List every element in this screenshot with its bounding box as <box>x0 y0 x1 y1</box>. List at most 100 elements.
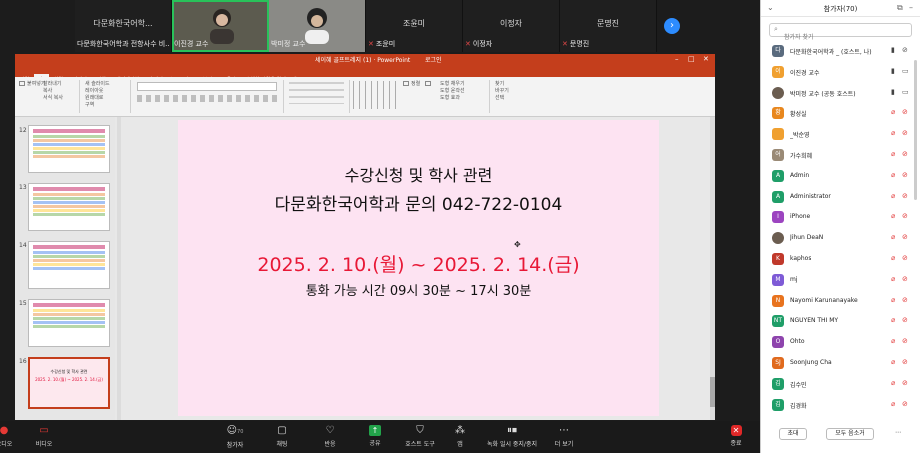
mic-muted-icon[interactable]: ⌀ <box>891 171 895 179</box>
popout-icon[interactable]: ⧉ <box>897 3 903 13</box>
share-button[interactable]: ↑ 공유 <box>355 425 395 447</box>
reactions-button[interactable]: ♡ 반응 <box>310 425 350 448</box>
section-button[interactable]: 구역 <box>85 102 110 109</box>
video-off-icon[interactable]: ⊘ <box>902 316 908 324</box>
slide-thumbnail[interactable] <box>28 299 110 347</box>
end-meeting-button[interactable]: ✕ 종료 <box>716 425 756 447</box>
new-slide-button[interactable]: 새 슬라이드 <box>85 81 110 88</box>
participant-row[interactable]: 다 다문화한국어학과 _ (호스트, 나) ▮ ⊘ <box>761 41 920 62</box>
video-tile[interactable]: 다문화한국어학... 다문화한국어학과 전항사수 비... <box>75 0 172 52</box>
slide-canvas[interactable]: 수강신청 및 학사 관련 다문화한국어학과 문의 042-722-0104 20… <box>178 120 659 416</box>
font-format-buttons[interactable] <box>137 95 277 102</box>
mic-icon[interactable]: ▮ <box>891 88 895 96</box>
mic-muted-icon[interactable]: ⌀ <box>891 254 895 262</box>
shapes-gallery[interactable] <box>353 81 401 109</box>
more-button[interactable]: ⋯ 더 보기 <box>544 425 584 448</box>
video-tile[interactable]: 박미정 교수 <box>269 0 366 52</box>
shape-effects-button[interactable]: 도형 효과 <box>440 95 465 102</box>
video-off-icon[interactable]: ⊘ <box>902 296 908 304</box>
mic-muted-icon[interactable]: ⌀ <box>891 316 895 324</box>
signin-button[interactable]: 로그인 <box>425 55 442 64</box>
video-off-icon[interactable]: ⊘ <box>902 379 908 387</box>
minimize-icon[interactable]: – <box>675 55 679 63</box>
mute-all-button[interactable]: 모두 음소거 <box>826 428 874 440</box>
participant-row[interactable]: Kkaphos ⌀ ⊘ <box>761 249 920 270</box>
layout-button[interactable]: 레이아웃 <box>85 88 110 95</box>
mic-muted-icon[interactable]: ⌀ <box>891 379 895 387</box>
video-icon[interactable]: ▭ <box>902 67 909 75</box>
mic-muted-icon[interactable]: ⌀ <box>891 400 895 408</box>
video-off-icon[interactable]: ⊘ <box>902 46 908 54</box>
participants-button[interactable]: ☺70 참가자 <box>215 425 255 449</box>
participant-row[interactable]: NT NGUYEN THI MY ⌀ ⊘ <box>761 311 920 332</box>
video-tile-active-speaker[interactable]: 이진경 교수 <box>172 0 269 52</box>
slide-scrollbar[interactable] <box>710 117 715 420</box>
slide-thumbnail-selected[interactable]: 수강신청 및 학사 관련 2025. 2. 10.(월) ~ 2025. 2. … <box>28 357 110 409</box>
participant-row[interactable]: 황 황성실 ⌀ ⊘ <box>761 103 920 124</box>
quick-styles-gallery[interactable] <box>425 81 433 88</box>
video-off-icon[interactable]: ⊘ <box>902 358 908 366</box>
invite-button[interactable]: 초대 <box>779 428 807 440</box>
participant-search[interactable]: ⌕ <box>769 23 912 43</box>
shape-fill-button[interactable]: 도형 채우기 <box>440 81 465 88</box>
participant-row[interactable]: SJ SoonJung Cha ⌀ ⊘ <box>761 353 920 374</box>
record-control-button[interactable]: ⏸⏹ 녹화 일시 중지/중지 <box>482 425 542 448</box>
paste-button[interactable]: 붙여넣기 <box>19 81 45 88</box>
close-icon[interactable]: ✕ <box>703 55 709 63</box>
mic-icon[interactable]: ▮ <box>891 46 895 54</box>
mic-muted-icon[interactable]: ⌀ <box>891 275 895 283</box>
chat-button[interactable]: ▢ 채팅 <box>262 425 302 448</box>
video-off-icon[interactable]: ⊘ <box>902 212 908 220</box>
mic-muted-icon[interactable]: ⌀ <box>891 337 895 345</box>
video-button[interactable]: ▭ 비디오 <box>24 425 64 448</box>
mic-muted-icon[interactable]: ⌀ <box>891 129 895 137</box>
mic-muted-icon[interactable]: ⌀ <box>891 212 895 220</box>
participant-row[interactable]: _박순영 ⌀ ⊘ <box>761 124 920 145</box>
mic-muted-icon[interactable]: ⌀ <box>891 108 895 116</box>
paragraph-buttons[interactable] <box>289 82 344 104</box>
video-off-icon[interactable]: ⊘ <box>902 337 908 345</box>
mic-muted-icon[interactable]: ⌀ <box>891 358 895 366</box>
slide-thumbnail[interactable] <box>28 125 110 173</box>
thumbnail-scrollbar[interactable] <box>117 117 121 420</box>
mic-icon[interactable]: ▮ <box>891 67 895 75</box>
mic-muted-icon[interactable]: ⌀ <box>891 150 895 158</box>
host-tools-button[interactable]: ⛉ 호스트 도구 <box>400 425 440 448</box>
video-tile[interactable]: 이정자 ✕ 이정자 <box>463 0 560 52</box>
replace-button[interactable]: 바꾸기 <box>495 88 509 95</box>
close-icon[interactable]: – <box>909 3 913 12</box>
video-off-icon[interactable]: ⊘ <box>902 171 908 179</box>
video-tile[interactable]: 조윤미 ✕ 조윤미 <box>366 0 463 52</box>
reset-button[interactable]: 원래대로 <box>85 95 110 102</box>
participant-row[interactable]: 어 가수희혜 ⌀ ⊘ <box>761 145 920 166</box>
video-off-icon[interactable]: ⊘ <box>902 275 908 283</box>
mic-muted-icon[interactable]: ⌀ <box>891 233 895 241</box>
find-button[interactable]: 찾기 <box>495 81 509 88</box>
video-off-icon[interactable]: ⊘ <box>902 108 908 116</box>
participant-row[interactable]: N Nayomi Karunanayake ⌀ ⊘ <box>761 291 920 312</box>
font-name-select[interactable] <box>137 82 277 91</box>
cut-button[interactable]: 잘라내기 <box>43 81 63 88</box>
video-off-icon[interactable]: ⊘ <box>902 254 908 262</box>
copy-button[interactable]: 복사 <box>43 88 63 95</box>
video-off-icon[interactable]: ⊘ <box>902 400 908 408</box>
panel-scrollbar[interactable] <box>914 60 917 200</box>
maximize-icon[interactable]: □ <box>688 55 695 63</box>
shape-outline-button[interactable]: 도형 윤곽선 <box>440 88 465 95</box>
video-off-icon[interactable]: ⊘ <box>902 129 908 137</box>
scroll-thumb[interactable] <box>710 377 715 407</box>
participant-row[interactable]: O Ohto ⌀ ⊘ <box>761 332 920 353</box>
video-off-icon[interactable]: ⊘ <box>902 233 908 241</box>
participant-row[interactable]: A Admin ⌀ ⊘ <box>761 166 920 187</box>
slide-thumbnail[interactable] <box>28 241 110 289</box>
participant-row[interactable]: IiPhone ⌀ ⊘ <box>761 207 920 228</box>
more-options-icon[interactable]: ⋯ <box>891 428 905 440</box>
participant-row[interactable]: 김 김경화 ⌀ ⊘ <box>761 395 920 416</box>
video-off-icon[interactable]: ⊘ <box>902 150 908 158</box>
participant-row[interactable]: A Administrator ⌀ ⊘ <box>761 187 920 208</box>
video-icon[interactable]: ▭ <box>902 88 909 96</box>
participant-row[interactable]: Mmj ⌀ ⊘ <box>761 270 920 291</box>
video-off-icon[interactable]: ⊘ <box>902 192 908 200</box>
participant-row[interactable]: 김 김수민 ⌀ ⊘ <box>761 374 920 395</box>
video-tile[interactable]: 문명진 ✕ 문명진 <box>560 0 657 52</box>
